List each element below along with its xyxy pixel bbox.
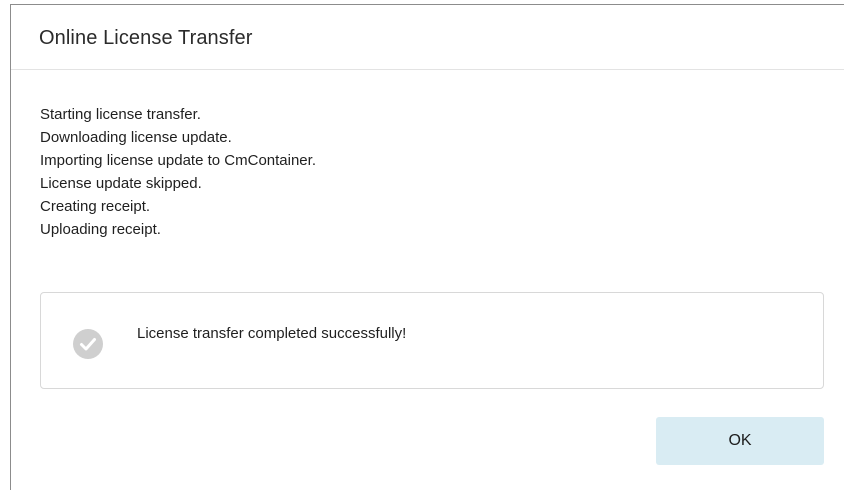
check-circle-icon xyxy=(73,329,103,359)
dialog-header: Online License Transfer xyxy=(11,5,844,70)
log-line: Downloading license update. xyxy=(40,129,232,146)
result-message-box: License transfer completed successfully! xyxy=(40,292,824,389)
log-line: License update skipped. xyxy=(40,175,202,192)
result-message: License transfer completed successfully! xyxy=(137,325,407,342)
log-line: Creating receipt. xyxy=(40,198,151,215)
log-line: Importing license update to CmContainer. xyxy=(40,152,316,169)
dialog-title: Online License Transfer xyxy=(39,27,253,49)
ok-button[interactable]: OK xyxy=(656,417,824,465)
log-line: Uploading receipt. xyxy=(40,221,161,238)
transfer-log: Starting license transfer. Downloading l… xyxy=(40,103,316,241)
log-line: Starting license transfer. xyxy=(40,106,201,123)
license-transfer-dialog: Online License Transfer Starting license… xyxy=(10,4,844,490)
